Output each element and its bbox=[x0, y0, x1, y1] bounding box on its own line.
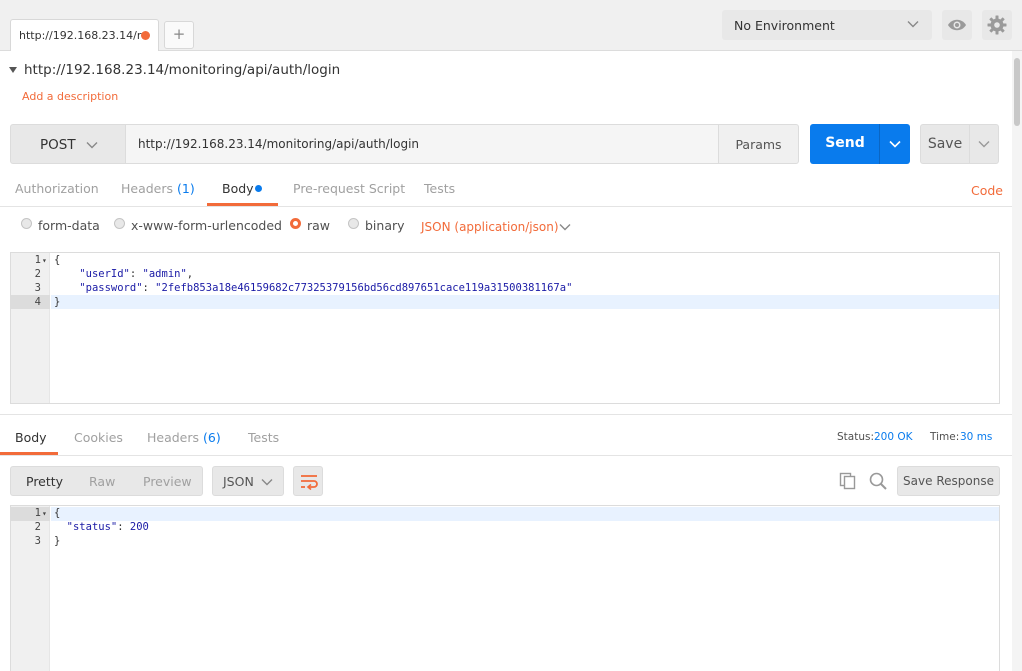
save-response-button[interactable]: Save Response bbox=[897, 466, 1000, 496]
divider bbox=[0, 206, 1012, 207]
scrollbar-track[interactable] bbox=[1012, 51, 1022, 671]
environment-selected-label: No Environment bbox=[734, 18, 835, 33]
generate-code-link[interactable]: Code bbox=[971, 183, 1003, 198]
radio-raw[interactable] bbox=[290, 218, 301, 229]
radio-binary[interactable] bbox=[348, 218, 359, 229]
eye-icon bbox=[948, 19, 966, 31]
code-line: "password": "2fefb853a18e46159682c773253… bbox=[79, 282, 573, 294]
divider bbox=[0, 455, 1012, 456]
status-label: Status: bbox=[837, 431, 874, 443]
fold-arrow-icon[interactable]: ▾ bbox=[42, 509, 47, 518]
send-button[interactable]: Send bbox=[810, 124, 880, 164]
content-type-select[interactable]: JSON (application/json) bbox=[421, 220, 559, 234]
gear-icon bbox=[987, 15, 1007, 35]
view-preview-button[interactable]: Preview bbox=[143, 474, 192, 489]
unsaved-dot-icon bbox=[141, 31, 150, 40]
add-description-link[interactable]: Add a description bbox=[22, 90, 118, 103]
response-tab-cookies[interactable]: Cookies bbox=[74, 430, 123, 445]
json-key: "status" bbox=[66, 521, 118, 533]
line-number: 3 bbox=[34, 282, 41, 294]
tab-authorization[interactable]: Authorization bbox=[15, 181, 99, 196]
status-value[interactable]: 200 OK bbox=[874, 431, 913, 443]
copy-icon[interactable] bbox=[839, 472, 857, 490]
request-tab-label: http://192.168.23.14/r bbox=[19, 29, 142, 42]
radio-raw-label[interactable]: raw bbox=[307, 218, 330, 233]
manage-environments-button[interactable] bbox=[982, 10, 1012, 40]
response-format-select[interactable]: JSON bbox=[212, 466, 284, 496]
json-key: "password" bbox=[79, 282, 143, 294]
send-options-button[interactable] bbox=[879, 124, 910, 164]
code-line: } bbox=[54, 296, 61, 308]
radio-form-data[interactable] bbox=[21, 218, 32, 229]
tab-headers-label: Headers bbox=[121, 181, 174, 196]
tab-body[interactable]: Body bbox=[222, 181, 254, 196]
json-value: "2fefb853a18e46159682c77325379156bd56cd8… bbox=[155, 282, 573, 294]
code-line: { bbox=[54, 254, 61, 266]
chevron-down-icon bbox=[907, 21, 919, 28]
time-label: Time: bbox=[930, 431, 960, 443]
params-button[interactable]: Params bbox=[718, 124, 799, 164]
view-raw-button[interactable]: Raw bbox=[89, 474, 115, 489]
response-body-viewer[interactable]: 1 ▾ 2 3 { "status": 200 } bbox=[10, 505, 1000, 671]
code-line: "userId": "admin", bbox=[79, 268, 194, 280]
radio-form-data-label[interactable]: form-data bbox=[38, 218, 100, 233]
search-icon[interactable] bbox=[869, 472, 887, 490]
code-line: } bbox=[54, 535, 61, 547]
json-value: 200 bbox=[129, 521, 149, 533]
line-number: 2 bbox=[34, 268, 41, 280]
chevron-down-icon[interactable] bbox=[559, 221, 571, 233]
method-select[interactable]: POST bbox=[10, 124, 126, 164]
active-line bbox=[51, 507, 999, 521]
response-view-mode-group: Pretty Raw Preview bbox=[10, 466, 203, 496]
tab-tests[interactable]: Tests bbox=[424, 181, 455, 196]
response-tab-headers-label: Headers bbox=[147, 430, 200, 445]
save-button[interactable]: Save bbox=[920, 124, 970, 164]
response-format-label: JSON bbox=[223, 474, 254, 489]
line-number: 2 bbox=[34, 521, 41, 533]
save-options-button[interactable] bbox=[969, 124, 999, 164]
chevron-down-icon bbox=[889, 140, 901, 148]
response-tab-tests[interactable]: Tests bbox=[248, 430, 279, 445]
wrap-lines-button[interactable] bbox=[293, 466, 323, 496]
response-tab-headers[interactable]: Headers (6) bbox=[147, 430, 221, 445]
request-body-editor[interactable]: 1 ▾ 2 3 4 { "userId": "admin", "password… bbox=[10, 252, 1000, 404]
code-line: "status": 200 bbox=[66, 521, 149, 533]
line-number: 4 bbox=[34, 296, 41, 308]
tab-prerequest-script[interactable]: Pre-request Script bbox=[293, 181, 405, 196]
radio-urlencoded[interactable] bbox=[114, 218, 125, 229]
add-tab-button[interactable]: + bbox=[164, 21, 194, 49]
divider bbox=[0, 414, 1012, 415]
request-title: http://192.168.23.14/monitoring/api/auth… bbox=[24, 62, 341, 78]
tab-headers-count: (1) bbox=[177, 181, 195, 196]
active-line bbox=[51, 295, 999, 309]
line-number: 1 bbox=[34, 507, 41, 519]
method-label: POST bbox=[40, 137, 76, 153]
response-tab-body[interactable]: Body bbox=[15, 430, 47, 445]
wrap-lines-icon bbox=[301, 475, 318, 490]
response-tab-headers-count: (6) bbox=[203, 430, 221, 445]
request-tab[interactable]: http://192.168.23.14/r bbox=[10, 19, 159, 51]
chevron-down-icon bbox=[86, 142, 98, 149]
environment-select[interactable]: No Environment bbox=[722, 10, 932, 40]
chevron-down-icon bbox=[978, 141, 990, 148]
time-value[interactable]: 30 ms bbox=[960, 431, 992, 443]
tab-headers[interactable]: Headers (1) bbox=[121, 181, 195, 196]
body-modified-dot-icon bbox=[255, 185, 262, 192]
radio-urlencoded-label[interactable]: x-www-form-urlencoded bbox=[131, 218, 282, 233]
json-value: "admin" bbox=[142, 268, 187, 280]
line-number: 3 bbox=[34, 535, 41, 547]
url-input[interactable]: http://192.168.23.14/monitoring/api/auth… bbox=[125, 124, 719, 164]
chevron-down-icon bbox=[261, 479, 273, 486]
line-number: 1 bbox=[34, 254, 41, 266]
radio-binary-label[interactable]: binary bbox=[365, 218, 405, 233]
fold-arrow-icon[interactable]: ▾ bbox=[42, 256, 47, 265]
environment-quick-look-button[interactable] bbox=[942, 10, 972, 40]
code-line: { bbox=[54, 507, 61, 519]
scrollbar-thumb[interactable] bbox=[1014, 58, 1020, 126]
json-key: "userId" bbox=[79, 268, 130, 280]
view-pretty-button[interactable]: Pretty bbox=[26, 474, 63, 489]
collapse-caret-icon[interactable] bbox=[9, 66, 17, 74]
